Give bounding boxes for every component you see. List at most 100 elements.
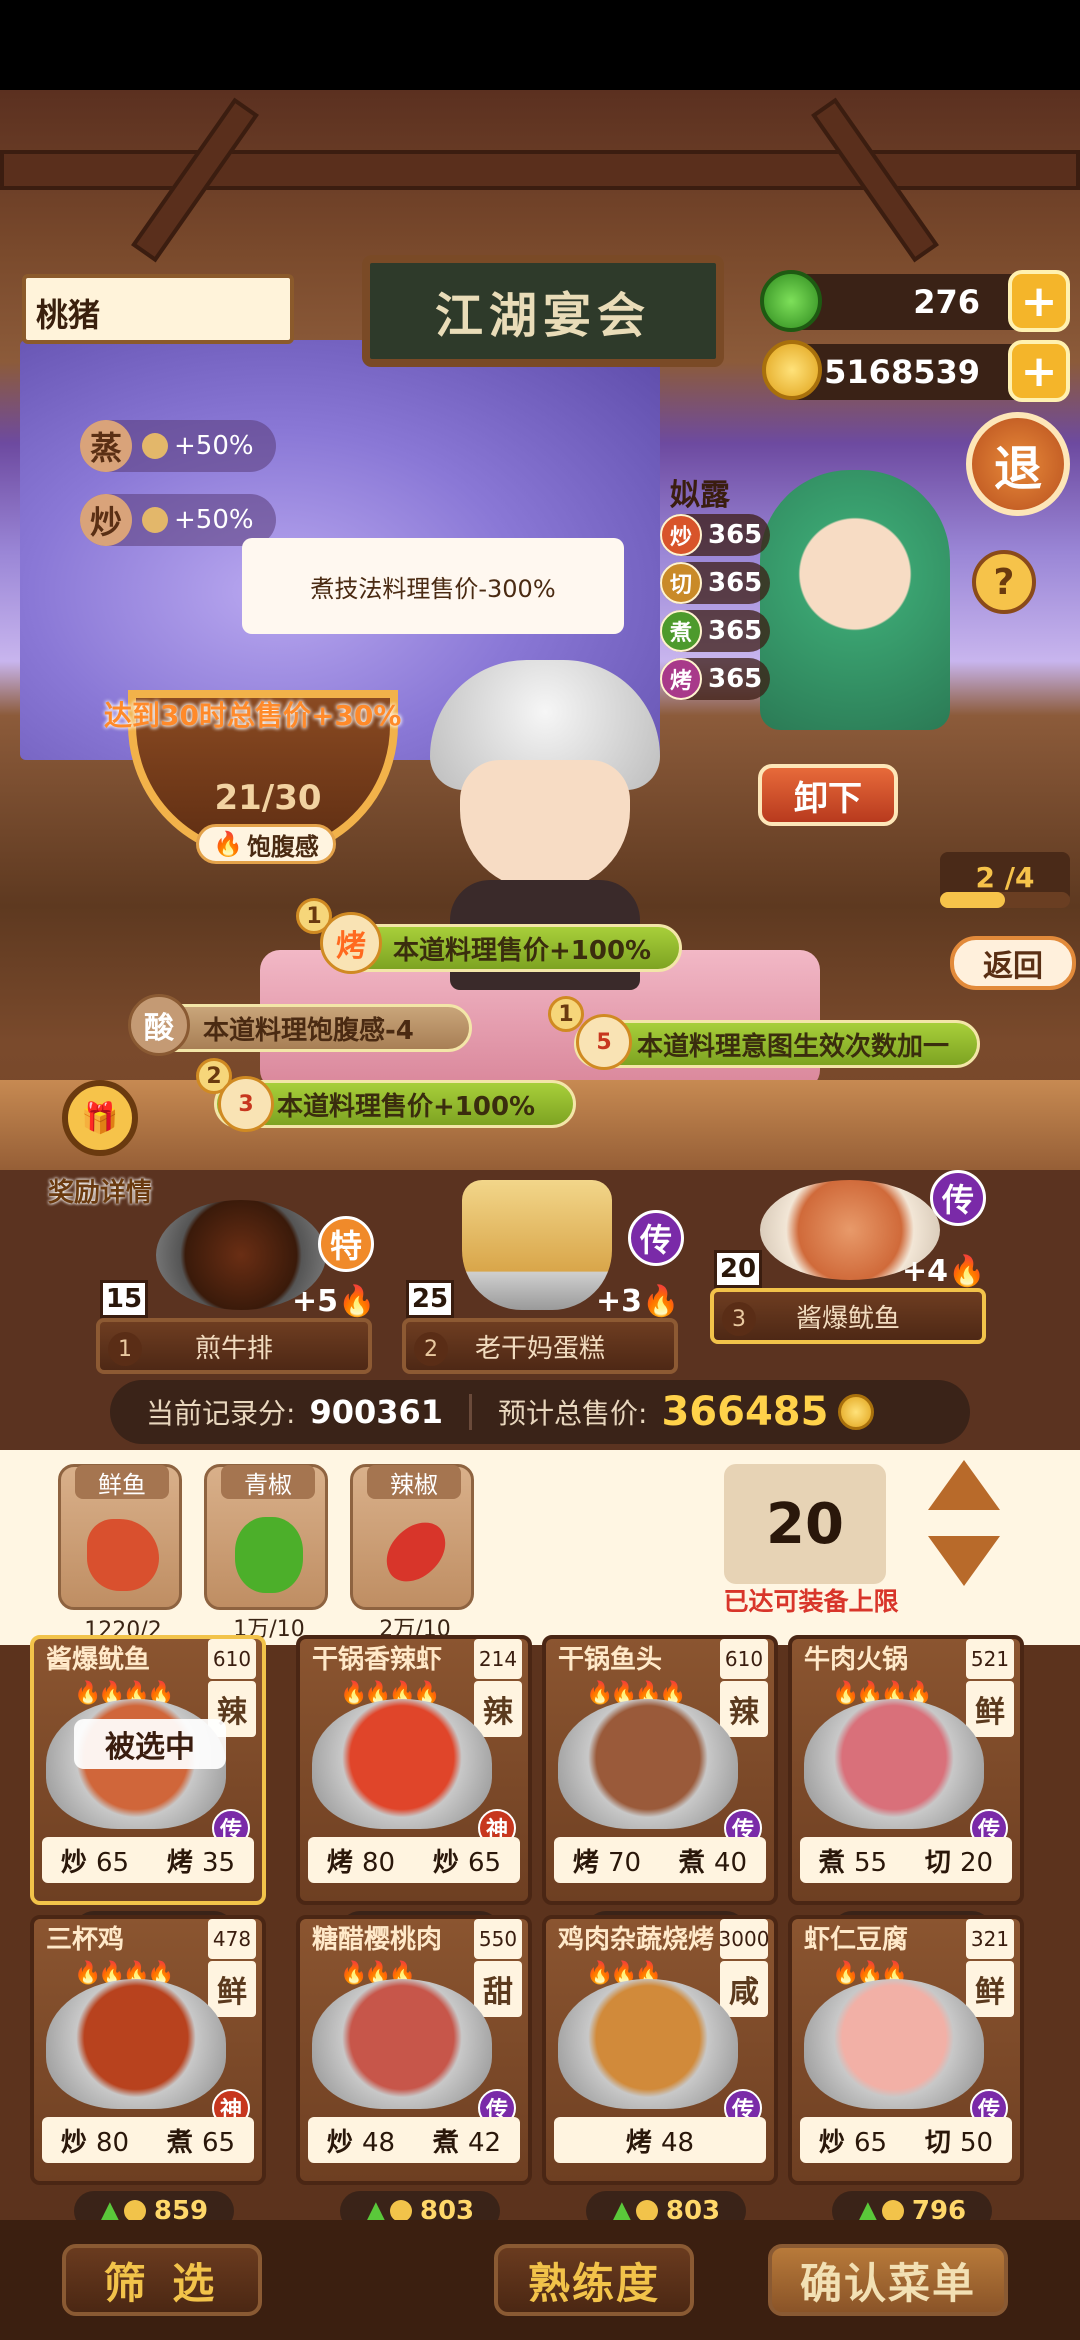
recipe-image xyxy=(558,1699,738,1829)
skill-req: 烤 35 xyxy=(167,1842,235,1879)
recipe-image xyxy=(558,1979,738,2109)
reward-button[interactable]: 🎁 奖励详情 xyxy=(40,1080,160,1210)
recipe-name: 干锅鱼头 xyxy=(558,1645,663,1675)
jade-icon xyxy=(760,270,822,332)
coin-up-icon xyxy=(142,507,168,533)
coin-icon xyxy=(635,2200,658,2222)
skill-icon: 切 xyxy=(660,562,702,604)
stat-value: 365 xyxy=(708,664,763,694)
ingredient-name: 辣椒 xyxy=(367,1465,461,1499)
skill-value: 20 xyxy=(959,1847,994,1878)
recipe-card[interactable]: 干锅香辣虾214辣🔥🔥🔥🔥神烤 80炒 65▲918 xyxy=(296,1635,532,1951)
skill-icon: 烤 xyxy=(660,658,702,700)
recipe-name: 虾仁豆腐 xyxy=(804,1925,909,1955)
bonus-value: +50% xyxy=(174,431,254,461)
skill-label: 烤 xyxy=(669,669,692,694)
skill-req: 煮 40 xyxy=(679,1842,747,1879)
qty-value: 20 xyxy=(719,1254,757,1284)
bonus-value: +4 xyxy=(902,1254,949,1289)
skill-label: 切 xyxy=(669,573,692,598)
rank-label: 传 xyxy=(941,1181,974,1219)
guest-stat-boil: 煮 365 xyxy=(660,610,770,652)
recipe-card[interactable]: 干锅鱼头610辣🔥🔥🔥🔥传烤 70煮 40▲910 xyxy=(542,1635,778,1951)
back-button[interactable]: 返回 xyxy=(950,936,1076,990)
selected-dish-1[interactable]: 特 15 +5🔥 1 煎牛排 xyxy=(96,1200,376,1374)
recipe-name: 牛肉火锅 xyxy=(804,1645,909,1675)
skill-req: 烤 70 xyxy=(573,1842,641,1879)
recipe-skills: 煮 55 切 20 xyxy=(800,1837,1012,1883)
recipe-card[interactable]: 虾仁豆腐 321 鲜 🔥🔥🔥 传炒 65 切 50 ▲ 796 xyxy=(788,1915,1024,2231)
equip-limit-text: 已达可装备上限 xyxy=(723,1587,899,1616)
skill-badge: 炒 xyxy=(80,494,132,546)
guest-character xyxy=(760,470,950,730)
status-bar xyxy=(0,0,1080,90)
confirm-menu-button[interactable]: 确认菜单 xyxy=(768,2244,1008,2316)
equip-count-box: 20 xyxy=(724,1464,886,1584)
goal-progress: 21/30 xyxy=(214,778,322,818)
filter-button[interactable]: 筛 选 xyxy=(62,2244,262,2316)
ingredient-name: 青椒 xyxy=(221,1465,315,1499)
total-value: 366485 xyxy=(661,1389,829,1435)
coin-icon xyxy=(762,340,822,400)
bonus-value: +5 xyxy=(292,1284,339,1319)
recipe-card[interactable]: 糖醋樱桃肉 550 甜 🔥🔥🔥 传炒 48 煮 42 ▲ 803 xyxy=(296,1915,532,2231)
recipe-name: 糖醋樱桃肉 xyxy=(312,1925,443,1955)
player-name-box: 桃猪 xyxy=(22,274,294,344)
selected-tag: 被选中 xyxy=(74,1719,226,1769)
recipe-taste: 辣 xyxy=(474,1681,522,1737)
add-coin-button[interactable]: + xyxy=(1008,340,1070,402)
dish-nameplate: 2 老干妈蛋糕 xyxy=(402,1318,678,1374)
back-label: 返回 xyxy=(983,949,1043,984)
satiety-label: 饱腹感 xyxy=(246,832,319,861)
skill-label: 煮 xyxy=(678,1847,705,1878)
skill-value: 48 xyxy=(660,2127,695,2158)
unload-button[interactable]: 卸下 xyxy=(758,764,898,826)
stat-value: 365 xyxy=(708,568,763,598)
selected-dish-2[interactable]: 传 25 +3🔥 2 老干妈蛋糕 xyxy=(402,1160,684,1374)
help-button[interactable]: ? xyxy=(972,550,1036,614)
plus-icon: + xyxy=(1020,275,1058,327)
dish-bonus: +3🔥 xyxy=(596,1284,679,1319)
recipe-price: 610 xyxy=(208,1639,256,1679)
recipe-card[interactable]: 鸡肉杂蔬烧烤 3000 咸 🔥🔥🔥 传烤 48 ▲ 803 xyxy=(542,1915,778,2231)
increase-arrow-button[interactable] xyxy=(928,1460,1000,1510)
mastery-button[interactable]: 熟练度 xyxy=(494,2244,694,2316)
skill-label: 炒 xyxy=(60,2127,87,2158)
recipe-list: 酱爆鱿鱼610辣🔥🔥🔥🔥传炒 65烤 35▲927被选中干锅香辣虾214辣🔥🔥🔥… xyxy=(0,1635,1080,2231)
add-jade-button[interactable]: + xyxy=(1008,270,1070,332)
exit-button[interactable]: 退 xyxy=(966,412,1070,516)
dish-qty: 20 xyxy=(714,1250,762,1288)
dish-bonus: +5🔥 xyxy=(292,1284,375,1319)
recipe-card[interactable]: 三杯鸡 478 鲜 🔥🔥🔥🔥 神炒 80 煮 65 ▲ 859 xyxy=(30,1915,266,2231)
recipe-name: 干锅香辣虾 xyxy=(312,1645,443,1675)
gift-icon: 🎁 xyxy=(62,1080,138,1156)
dish-image xyxy=(462,1180,612,1310)
skill-value: 80 xyxy=(361,1847,396,1878)
skill-value: 42 xyxy=(467,2127,502,2158)
recipe-card[interactable]: 牛肉火锅521鲜🔥🔥🔥🔥传煮 55切 20▲887 xyxy=(788,1635,1024,1951)
recipe-taste: 鲜 xyxy=(208,1961,256,2017)
recipe-taste: 咸 xyxy=(720,1961,768,2017)
roast-icon: 烤 xyxy=(320,912,382,974)
satiety-label-pill: 🔥 饱腹感 xyxy=(196,824,336,864)
effect-text: 本道料理意图生效次数加一 xyxy=(637,1031,950,1062)
skill-req: 切 20 xyxy=(925,1842,993,1879)
selected-dish-3[interactable]: 传 20 +4🔥 3 酱爆鱿鱼 xyxy=(710,1170,990,1370)
recipe-card[interactable]: 酱爆鱿鱼610辣🔥🔥🔥🔥传炒 65烤 35▲927被选中 xyxy=(30,1635,266,1951)
qty-value: 15 xyxy=(105,1284,143,1314)
bonus-value: +50% xyxy=(174,505,254,535)
slot-number: 2 xyxy=(414,1332,448,1366)
recipe-taste: 鲜 xyxy=(966,1961,1014,2017)
slot-number: 3 xyxy=(722,1302,756,1336)
record-label: 当前记录分: xyxy=(146,1397,296,1430)
ingredient-green-pepper[interactable]: 青椒 1万/10 xyxy=(204,1464,328,1642)
dish-qty: 25 xyxy=(406,1280,454,1318)
skill-value: 50 xyxy=(959,2127,994,2158)
rank-badge: 传 xyxy=(930,1170,986,1226)
ingredient-fish[interactable]: 鲜鱼 1220/2 xyxy=(58,1464,182,1643)
rank-badge: 特 xyxy=(318,1216,374,1272)
sour-icon: 酸 xyxy=(128,994,190,1056)
skill-label: 煮 xyxy=(432,2127,459,2158)
ingredient-chili[interactable]: 辣椒 2万/10 xyxy=(350,1464,474,1642)
decrease-arrow-button[interactable] xyxy=(928,1536,1000,1586)
